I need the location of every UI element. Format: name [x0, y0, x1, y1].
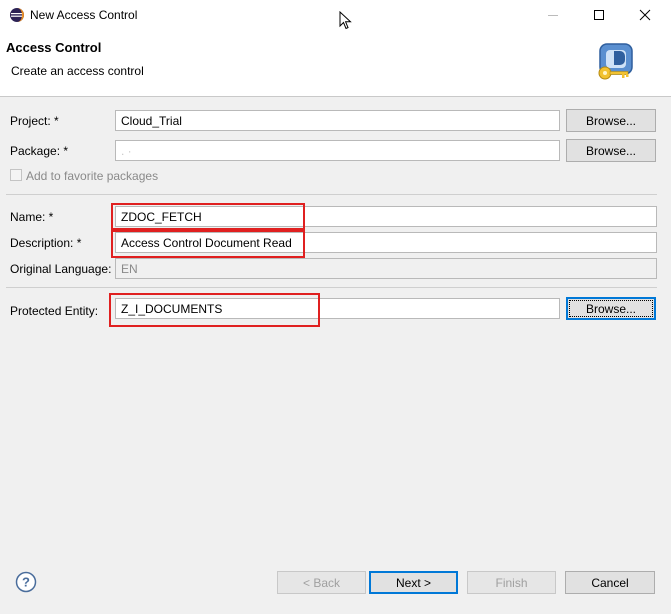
favorite-label: Add to favorite packages: [26, 169, 159, 183]
minimize-button[interactable]: [530, 0, 576, 30]
separator: [6, 287, 657, 288]
project-field[interactable]: Cloud_Trial: [115, 110, 560, 131]
protected-entity-browse-button[interactable]: Browse...: [566, 297, 656, 320]
access-control-key-icon: [596, 42, 638, 82]
package-browse-button[interactable]: Browse...: [566, 139, 656, 162]
project-browse-button[interactable]: Browse...: [566, 109, 656, 132]
window-title: New Access Control: [30, 8, 138, 22]
cancel-button[interactable]: Cancel: [565, 571, 655, 594]
eclipse-icon: [9, 7, 25, 23]
separator: [6, 194, 657, 195]
page-title: Access Control: [6, 40, 102, 55]
favorite-checkbox[interactable]: [10, 169, 22, 181]
wizard-header: Access Control Create an access control: [0, 30, 671, 97]
close-button[interactable]: [622, 0, 668, 30]
page-description: Create an access control: [11, 64, 144, 78]
svg-text:?: ?: [22, 575, 30, 590]
language-field: EN: [115, 258, 657, 279]
finish-button[interactable]: Finish: [467, 571, 556, 594]
package-field[interactable]: . ·: [115, 140, 560, 161]
project-label: Project: *: [10, 114, 59, 128]
language-label: Original Language:: [10, 262, 112, 276]
description-label: Description: *: [10, 236, 82, 250]
description-highlight-box: [111, 230, 305, 258]
project-label-text: Project: *: [10, 114, 59, 128]
back-button[interactable]: < Back: [277, 571, 366, 594]
protected-entity-label: Protected Entity:: [10, 304, 99, 318]
maximize-button[interactable]: [576, 0, 622, 30]
next-button[interactable]: Next >: [369, 571, 458, 594]
window-titlebar: New Access Control: [0, 0, 671, 30]
help-icon[interactable]: ?: [15, 571, 37, 593]
entity-highlight-box: [109, 293, 320, 327]
name-highlight-box: [111, 203, 305, 230]
package-label: Package: *: [10, 144, 69, 158]
name-label: Name: *: [10, 210, 54, 224]
